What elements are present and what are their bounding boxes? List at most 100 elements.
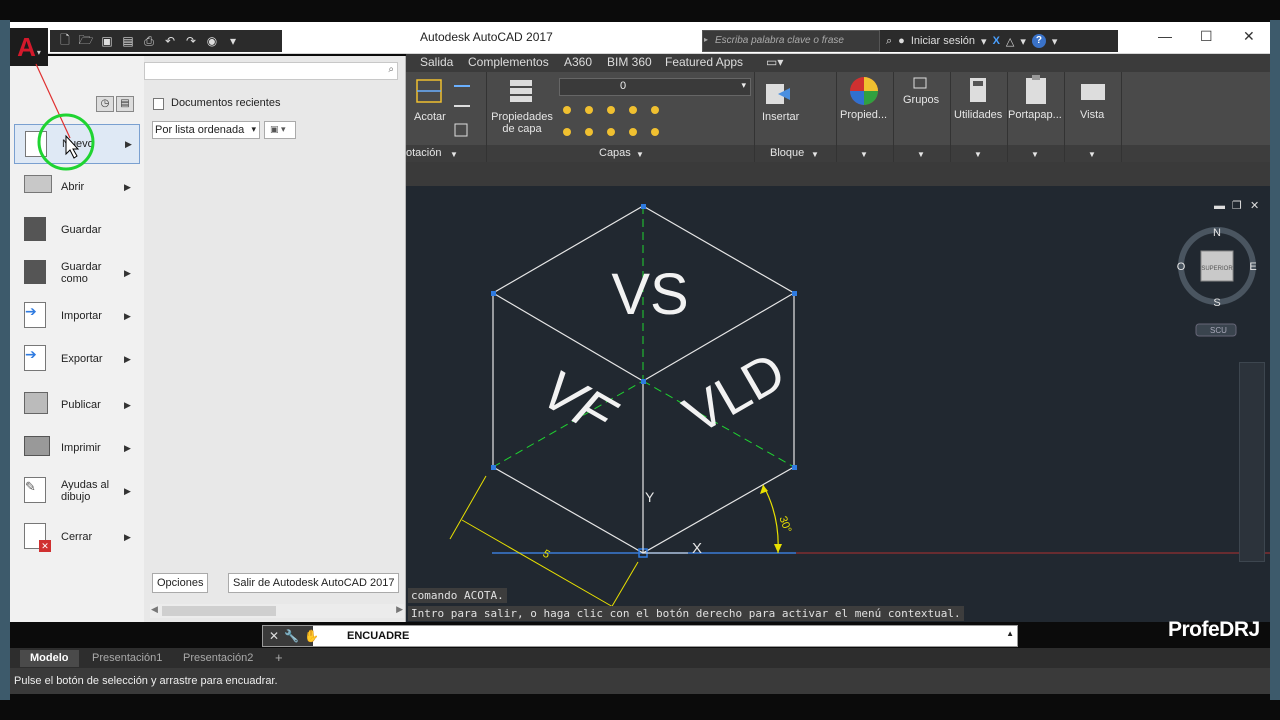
- exchange-icon[interactable]: X: [993, 35, 1000, 47]
- menu-item-cerrar[interactable]: ✕ Cerrar ▶: [14, 517, 140, 557]
- portapap-label[interactable]: Portapap...: [1008, 109, 1062, 121]
- chevron-down-icon[interactable]: ▼: [1088, 150, 1096, 159]
- close-icon[interactable]: ✕: [269, 629, 279, 643]
- viewport-restore-icon[interactable]: ❐: [1232, 200, 1242, 212]
- menu-item-importar[interactable]: ➔ Importar ▶: [14, 296, 140, 336]
- minimize-button[interactable]: —: [1158, 28, 1172, 44]
- chevron-up-icon[interactable]: ▲: [1006, 629, 1014, 638]
- menu-item-nuevo[interactable]: Nuevo ▶: [14, 124, 140, 164]
- new-file-icon[interactable]: 🗋: [56, 33, 74, 49]
- drawing-canvas[interactable]: VS VF VLD 5 30° Y X ▬ ❐ ✕ SUPERIOR N S E…: [406, 186, 1270, 622]
- viewcube-face[interactable]: SUPERIOR: [1201, 266, 1233, 272]
- menu-item-imprimir[interactable]: Imprimir ▶: [14, 428, 140, 468]
- tab-salida[interactable]: Salida: [420, 55, 453, 69]
- chevron-down-icon[interactable]: ▾: [1052, 35, 1058, 48]
- chevron-down-icon[interactable]: ▼: [860, 150, 868, 159]
- layer-properties-label[interactable]: Propiedades de capa: [488, 111, 556, 135]
- command-input[interactable]: ENCUADRE: [347, 630, 409, 642]
- open-folder-icon[interactable]: 🗁: [77, 33, 95, 49]
- tab-a360[interactable]: A360: [564, 55, 592, 69]
- redo-icon[interactable]: ↷: [182, 33, 200, 49]
- exit-autocad-button[interactable]: Salir de Autodesk AutoCAD 2017: [228, 573, 400, 593]
- help-icon[interactable]: ?: [1031, 34, 1046, 48]
- close-button[interactable]: ✕: [1243, 28, 1255, 45]
- pan-hand-icon[interactable]: ✋: [304, 629, 319, 643]
- undo-icon[interactable]: ↶: [161, 33, 179, 49]
- view-options-button[interactable]: ▣ ▾: [264, 121, 296, 139]
- propied-label[interactable]: Propied...: [840, 109, 887, 121]
- menu-item-abrir[interactable]: Abrir ▶: [14, 167, 140, 207]
- signin-label[interactable]: Iniciar sesión: [911, 35, 975, 47]
- chevron-down-icon[interactable]: ▼: [811, 150, 819, 159]
- viewcube-north[interactable]: N: [1213, 227, 1221, 239]
- viewcube-south[interactable]: S: [1213, 297, 1220, 309]
- print-icon[interactable]: ⎙: [140, 33, 158, 49]
- search-input[interactable]: Escriba palabra clave o frase: [702, 30, 880, 52]
- scroll-right-icon[interactable]: ▶: [396, 604, 403, 615]
- viewport-close-icon[interactable]: ✕: [1250, 200, 1259, 212]
- publish-icon: [24, 392, 48, 414]
- acotar-label[interactable]: Acotar: [414, 111, 446, 123]
- drawing-area[interactable]: VS VF VLD 5 30° Y X ▬ ❐ ✕ SUPERIOR N S E…: [406, 186, 1270, 622]
- sort-dropdown[interactable]: Por lista ordenada ▾: [152, 121, 260, 139]
- search-expand-icon[interactable]: ▸: [704, 35, 708, 44]
- chevron-down-icon[interactable]: ▼: [917, 150, 925, 159]
- wrench-icon[interactable]: 🔧: [284, 629, 299, 643]
- insertar-label[interactable]: Insertar: [762, 111, 799, 123]
- tab-presentacion1[interactable]: Presentación1: [82, 650, 172, 667]
- tab-complementos[interactable]: Complementos: [468, 55, 549, 69]
- menu-item-guardar-como[interactable]: Guardar como ▶: [14, 253, 140, 293]
- tab-modelo[interactable]: Modelo: [20, 650, 79, 667]
- navigation-bar[interactable]: [1239, 362, 1265, 562]
- chevron-down-icon: ▾: [251, 124, 256, 134]
- menu-item-guardar[interactable]: Guardar: [14, 210, 140, 250]
- horizontal-scrollbar[interactable]: ◀ ▶: [150, 604, 404, 618]
- grupos-label[interactable]: Grupos: [903, 94, 939, 106]
- chevron-right-icon: ▶: [124, 399, 131, 410]
- scroll-left-icon[interactable]: ◀: [151, 604, 158, 615]
- save-icon[interactable]: ▣: [98, 33, 116, 49]
- recent-documents-icon[interactable]: ◷: [96, 96, 114, 112]
- label-vs: VS: [611, 262, 688, 327]
- menu-item-ayudas-dibujo[interactable]: ✎ Ayudas al dibujo ▶: [14, 471, 140, 511]
- menu-search-input[interactable]: ⌕: [144, 62, 398, 80]
- utilidades-label[interactable]: Utilidades: [954, 109, 1002, 121]
- chevron-down-icon[interactable]: ▾: [1020, 35, 1026, 48]
- viewcube-east[interactable]: E: [1249, 261, 1256, 273]
- viewcube[interactable]: SUPERIOR N S E O SCU: [1177, 227, 1257, 337]
- open-documents-icon[interactable]: ▤: [116, 96, 134, 112]
- chevron-down-icon[interactable]: ▼: [450, 150, 458, 159]
- binoculars-icon[interactable]: ⌕: [886, 35, 892, 48]
- vista-label[interactable]: Vista: [1080, 109, 1104, 121]
- tab-bim360[interactable]: BIM 360: [607, 55, 652, 69]
- options-button[interactable]: Opciones: [152, 573, 209, 593]
- save-as-icon[interactable]: ▤: [119, 33, 137, 49]
- command-line[interactable]: ✕ 🔧 ✋ ENCUADRE ▲: [262, 625, 1018, 647]
- anotacion-panel-label[interactable]: otación: [406, 147, 441, 159]
- ucs-menu[interactable]: SCU: [1210, 326, 1227, 335]
- chevron-down-icon[interactable]: ▼: [974, 150, 982, 159]
- viewcube-west[interactable]: O: [1177, 261, 1186, 273]
- file-tabs-bar: [406, 162, 1270, 186]
- user-icon[interactable]: ●: [898, 35, 905, 47]
- viewport-minimize-icon[interactable]: ▬: [1214, 200, 1225, 212]
- menu-item-publicar[interactable]: Publicar ▶: [14, 385, 140, 425]
- customize-qat-icon[interactable]: ▾: [224, 33, 242, 49]
- menu-item-exportar[interactable]: ➔ Exportar ▶: [14, 339, 140, 379]
- capas-panel-label[interactable]: Capas: [599, 147, 631, 159]
- layer-dropdown[interactable]: 0 ▾: [559, 78, 751, 96]
- workspace-icon[interactable]: ◉: [203, 33, 221, 49]
- tab-presentacion2[interactable]: Presentación2: [173, 650, 263, 667]
- tab-featured-apps[interactable]: Featured Apps: [665, 55, 743, 69]
- chevron-down-icon[interactable]: ▼: [636, 150, 644, 159]
- add-layout-button[interactable]: +: [265, 650, 293, 667]
- chevron-down-icon: ▾: [36, 47, 41, 57]
- chevron-down-icon[interactable]: ▾: [981, 35, 987, 48]
- scroll-thumb[interactable]: [162, 606, 276, 616]
- maximize-button[interactable]: ☐: [1200, 28, 1213, 45]
- ribbon-minimize-icon[interactable]: ▭▾: [766, 55, 783, 69]
- bloque-panel-label[interactable]: Bloque: [770, 147, 804, 159]
- application-button[interactable]: A ▾: [10, 28, 48, 66]
- a360-icon[interactable]: △: [1006, 35, 1014, 48]
- chevron-down-icon[interactable]: ▼: [1031, 150, 1039, 159]
